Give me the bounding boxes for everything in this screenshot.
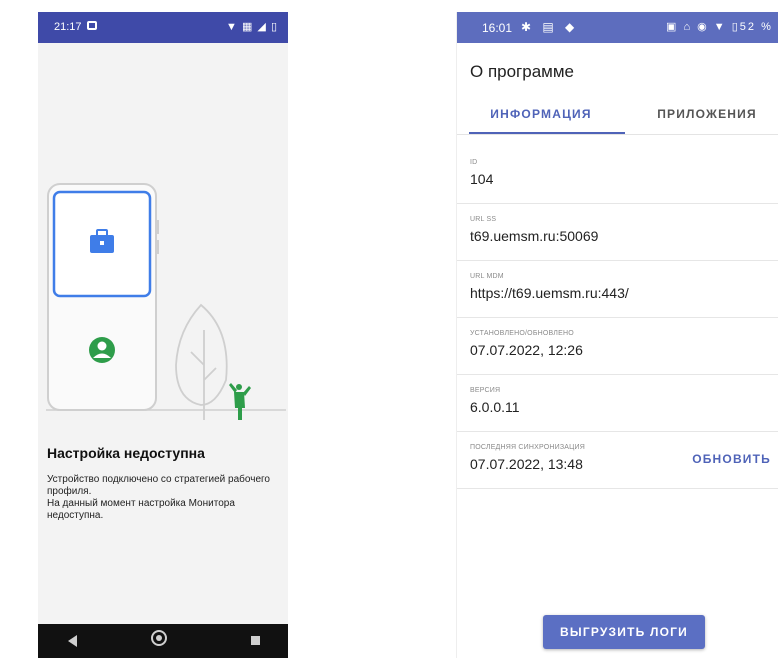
info-value: 6.0.0.11 — [470, 399, 520, 415]
info-label: УСТАНОВЛЕНО/ОБНОВЛЕНО — [470, 330, 574, 337]
info-label: URL SS — [470, 216, 497, 223]
page-title: Настройка недоступна — [47, 445, 205, 461]
status-time: 16:01 — [482, 21, 513, 35]
info-row-id: ID 104 — [457, 147, 778, 204]
info-value: 07.07.2022, 12:26 — [470, 342, 583, 358]
tree-icon — [175, 303, 228, 420]
page-description: Устройство подключено со стратегией рабо… — [47, 474, 270, 521]
work-profile-illustration — [46, 183, 286, 420]
home-icon[interactable] — [151, 630, 167, 646]
info-row-last-sync: ПОСЛЕДНЯЯ СИНХРОНИЗАЦИЯ 07.07.2022, 13:4… — [457, 432, 778, 489]
info-row-installed: УСТАНОВЛЕНО/ОБНОВЛЕНО 07.07.2022, 12:26 — [457, 318, 778, 375]
info-value: 07.07.2022, 13:48 — [470, 456, 583, 472]
info-row-version: ВЕРСИЯ 6.0.0.11 — [457, 375, 778, 432]
status-time: 21:17 — [54, 21, 82, 33]
navigation-bar — [38, 624, 288, 658]
status-icons-left: ✱ ▤ ◆ — [521, 20, 579, 34]
right-phone-screen: 16:01 ✱ ▤ ◆ ▣ ⌂ ◉ ▼ ▯52 % О программе ИН… — [456, 12, 778, 658]
back-icon[interactable] — [68, 635, 77, 647]
tab-information[interactable]: ИНФОРМАЦИЯ — [457, 107, 625, 121]
info-value: https://t69.uemsm.ru:443/ — [470, 285, 629, 301]
person-icon — [89, 337, 115, 363]
tab-applications[interactable]: ПРИЛОЖЕНИЯ — [627, 107, 778, 121]
info-label: ВЕРСИЯ — [470, 387, 501, 394]
info-value: 104 — [470, 171, 494, 187]
status-icons: ▼ ▦ ◢ ▯ — [226, 21, 278, 33]
status-bar: 21:17 ▼ ▦ ◢ ▯ — [38, 12, 288, 43]
info-label: ПОСЛЕДНЯЯ СИНХРОНИЗАЦИЯ — [470, 444, 586, 451]
app-title: О программе — [470, 62, 575, 81]
person-figure-icon — [229, 383, 251, 420]
status-bar: 16:01 ✱ ▤ ◆ ▣ ⌂ ◉ ▼ ▯52 % — [457, 12, 778, 43]
status-icons-right: ▣ ⌂ ◉ ▼ ▯52 % — [666, 21, 773, 33]
notification-icon — [87, 21, 97, 30]
info-label: URL MDM — [470, 273, 504, 280]
recents-icon[interactable] — [251, 636, 260, 645]
info-row-url-mdm: URL MDM https://t69.uemsm.ru:443/ — [457, 261, 778, 318]
upload-logs-button[interactable]: ВЫГРУЗИТЬ ЛОГИ — [543, 615, 705, 649]
info-value: t69.uemsm.ru:50069 — [470, 228, 599, 244]
info-row-url-ss: URL SS t69.uemsm.ru:50069 — [457, 204, 778, 261]
info-label: ID — [470, 159, 478, 166]
refresh-button[interactable]: ОБНОВИТЬ — [692, 452, 771, 466]
tabs-divider — [457, 134, 778, 135]
left-phone-screen: 21:17 ▼ ▦ ◢ ▯ Настройка недоступна Устро… — [38, 12, 288, 658]
